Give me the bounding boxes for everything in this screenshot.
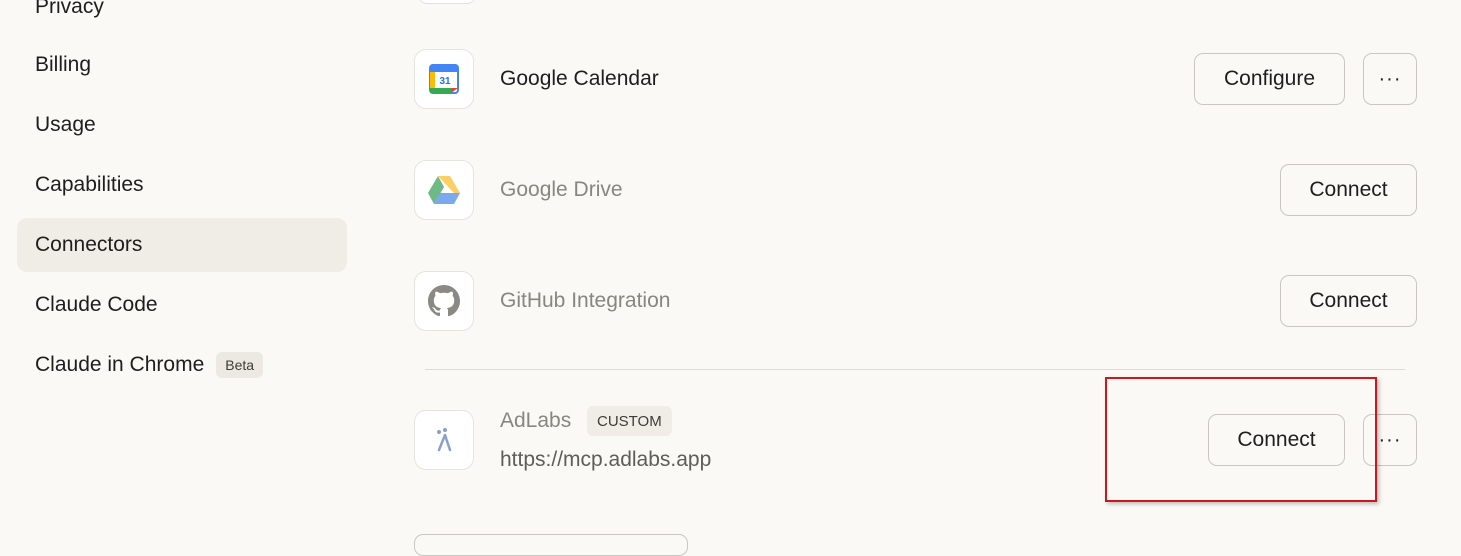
sidebar-item-usage[interactable]: Usage <box>17 98 347 152</box>
more-options-button[interactable]: ··· <box>1363 53 1417 105</box>
sidebar-item-label: Privacy <box>35 0 104 18</box>
connect-button-google-drive[interactable]: Connect <box>1280 164 1417 216</box>
connector-name-google-calendar: Google Calendar <box>500 67 659 90</box>
sidebar-item-label: Usage <box>35 113 96 136</box>
connector-url: https://mcp.adlabs.app <box>500 448 712 471</box>
sidebar-item-capabilities[interactable]: Capabilities <box>17 158 347 212</box>
connector-name-github: GitHub Integration <box>500 289 671 312</box>
sidebar-item-claude-in-chrome[interactable]: Claude in Chrome Beta <box>17 338 347 392</box>
beta-badge: Beta <box>216 352 264 378</box>
configure-button[interactable]: Configure <box>1194 53 1345 105</box>
previous-connector-icon-edge <box>418 0 476 4</box>
sidebar-item-label: Capabilities <box>35 173 144 196</box>
section-divider <box>425 369 1405 370</box>
add-custom-connector-button-edge[interactable] <box>414 534 688 556</box>
connector-name-google-drive: Google Drive <box>500 178 623 201</box>
connect-button-github[interactable]: Connect <box>1280 275 1417 327</box>
connector-name-adlabs: AdLabs <box>500 409 572 432</box>
github-icon <box>414 271 474 331</box>
sidebar-item-label: Claude in Chrome <box>35 353 205 376</box>
sidebar-item-label: Claude Code <box>35 293 158 316</box>
sidebar-item-privacy[interactable]: Privacy <box>17 0 347 34</box>
sidebar-item-connectors[interactable]: Connectors <box>17 218 347 272</box>
custom-badge: CUSTOM <box>587 406 672 436</box>
sidebar-item-label: Connectors <box>35 233 143 256</box>
sidebar-item-billing[interactable]: Billing <box>17 38 347 92</box>
sidebar-item-claude-code[interactable]: Claude Code <box>17 278 347 332</box>
settings-sidebar: Privacy Billing Usage Capabilities Conne… <box>0 0 360 537</box>
calendar-date-text: 31 <box>439 76 451 87</box>
google-drive-icon <box>414 160 474 220</box>
adlabs-icon <box>414 410 474 470</box>
annotation-highlight-box <box>1105 377 1377 502</box>
google-calendar-icon: 31 <box>414 49 474 109</box>
sidebar-item-label: Billing <box>35 53 92 76</box>
